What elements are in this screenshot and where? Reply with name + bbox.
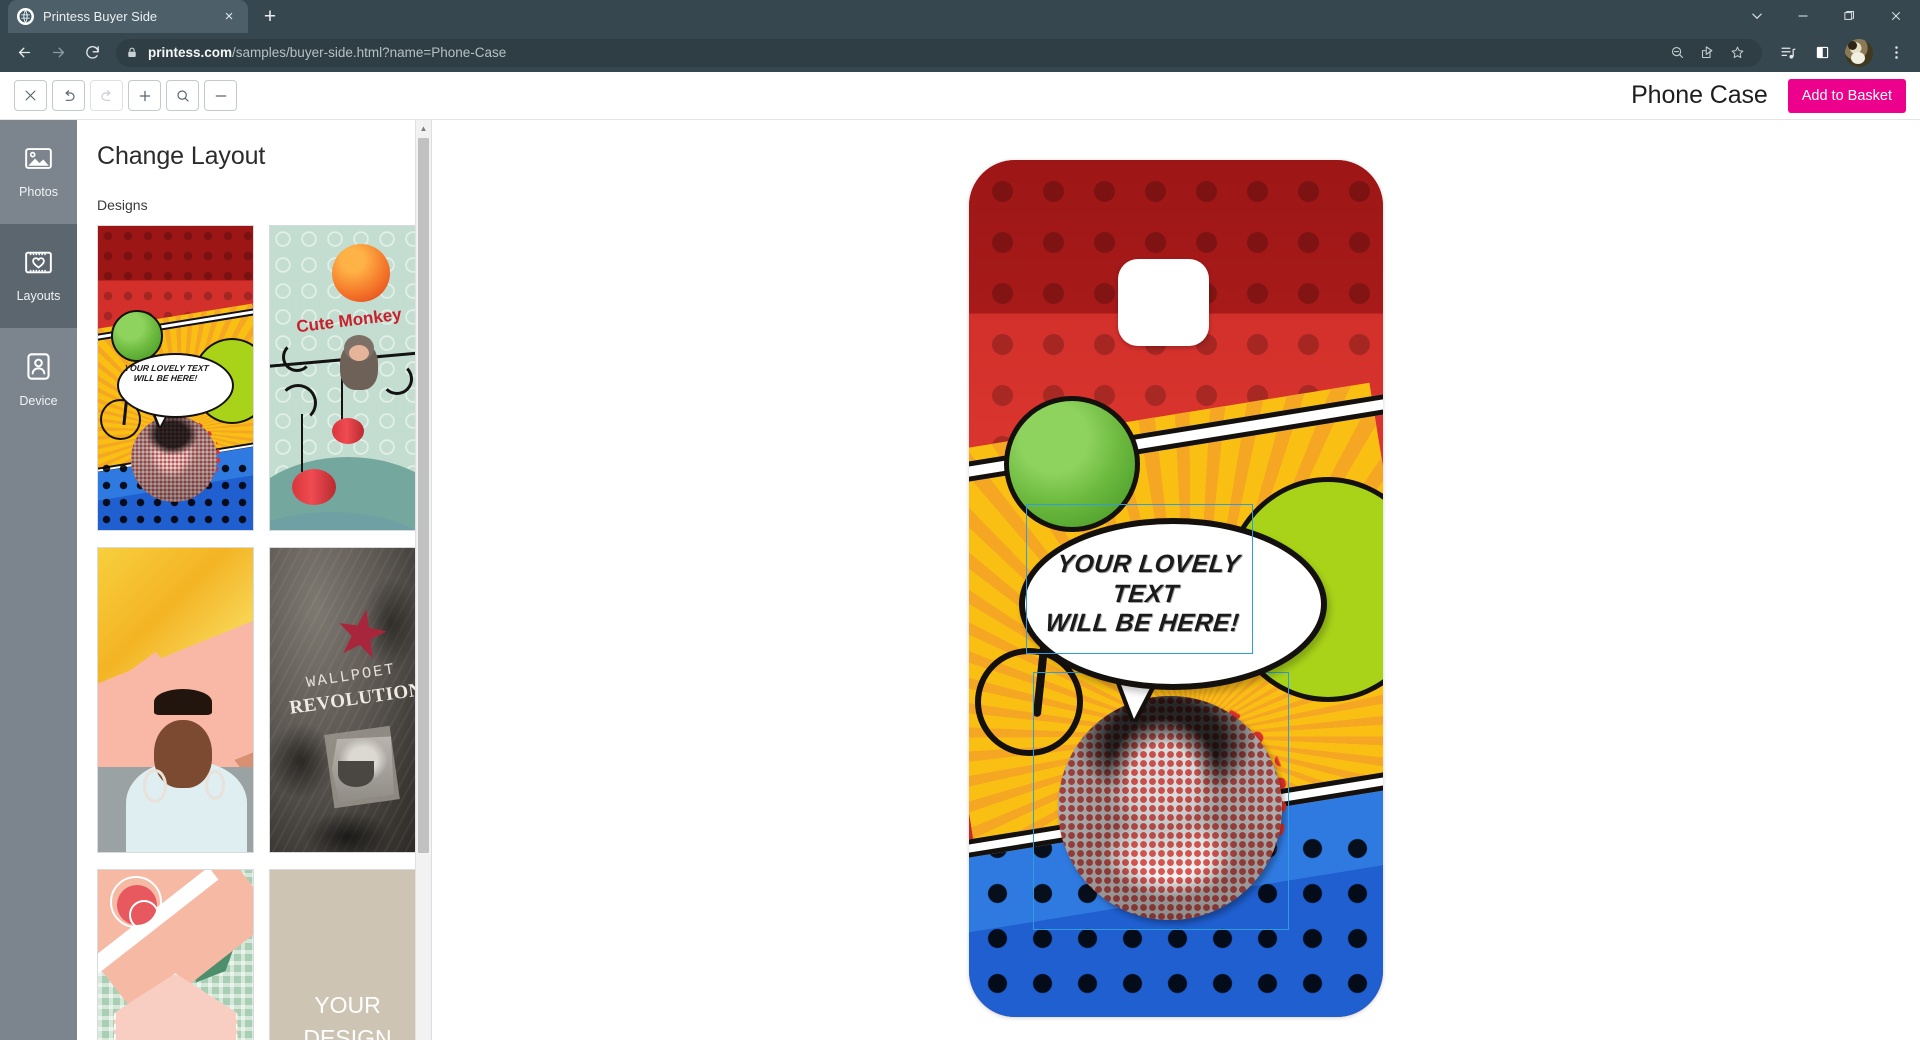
layouts-panel: Change Layout Designs YOUR LOVELY TEXT W… [77,120,432,1040]
back-icon[interactable] [8,37,40,69]
zoom-in-button[interactable] [128,80,161,111]
tab-title: Printess Buyer Side [43,10,158,23]
add-to-basket-button[interactable]: Add to Basket [1787,78,1906,113]
camera-cutout [1118,259,1210,347]
phone-case-preview[interactable]: YOUR LOVELY TEXT WILL BE HERE! [969,160,1383,1017]
sidebar-item-label: Photos [19,184,58,199]
design-thumb-wallpoet[interactable]: WALLPOET REVOLUTION [269,547,426,853]
editor-tool-group [14,80,237,111]
undo-button[interactable] [52,80,85,111]
design-thumb-plain[interactable]: YOUR DESIGN [269,869,426,1040]
layouts-heart-icon [25,250,52,280]
new-tab-button[interactable]: + [254,1,286,33]
zoom-out-button[interactable] [204,80,237,111]
sidebar-item-label: Device [19,393,58,408]
close-editor-button[interactable] [14,80,47,111]
browser-menu-icon[interactable] [1880,37,1912,69]
thumb-text-line1: YOUR LOVELY TEXT [123,363,210,374]
gold-artwork [98,548,253,852]
window-close-icon[interactable] [1872,0,1920,32]
design-thumb-fancy[interactable]: Your Fancy Text [97,869,254,1040]
tab-search-icon[interactable] [1734,0,1780,32]
collections-icon[interactable] [1772,37,1804,69]
browser-tab[interactable]: Printess Buyer Side × [8,0,248,33]
address-bar[interactable]: printess.com/samples/buyer-side.html?nam… [116,38,1762,67]
fancy-artwork: Your Fancy Text [98,870,253,1040]
panel-title: Change Layout [97,142,266,170]
browser-toolbar-right [1772,37,1912,69]
globe-icon [17,8,34,25]
thumb-text-line2: DESIGN [303,1025,392,1040]
forward-icon[interactable] [42,37,74,69]
thumb-text-line2: WILL BE HERE! [133,373,198,384]
sidebar-item-layouts[interactable]: Layouts [0,224,77,328]
bookmark-star-icon[interactable] [1722,39,1752,67]
design-thumb-popart[interactable]: YOUR LOVELY TEXT WILL BE HERE! [97,225,254,531]
popart-artwork: YOUR LOVELY TEXT WILL BE HERE! [98,226,253,530]
editor-toolbar-right: Phone Case Add to Basket [1631,78,1906,113]
sidebar-item-photos[interactable]: Photos [0,120,77,224]
url-path: /samples/buyer-side.html?name=Phone-Case [232,45,507,60]
url-domain: printess.com [148,45,233,60]
maximize-icon[interactable] [1826,0,1872,32]
monkey-artwork: Cute Monkey [270,226,425,530]
design-thumb-monkey[interactable]: Cute Monkey [269,225,426,531]
navigation-bar: printess.com/samples/buyer-side.html?nam… [0,33,1920,72]
design-canvas[interactable]: YOUR LOVELY TEXT WILL BE HERE! [432,120,1920,1040]
plain-artwork: YOUR DESIGN [270,870,425,1040]
minimize-icon[interactable] [1780,0,1826,32]
window-controls [1734,0,1920,32]
url-text: printess.com/samples/buyer-side.html?nam… [148,45,506,60]
share-icon[interactable] [1692,39,1722,67]
tab-strip: Printess Buyer Side × + [0,0,1920,33]
designs-section-label: Designs [97,197,148,213]
browser-chrome: Printess Buyer Side × + printess.com/sam… [0,0,1920,72]
profile-avatar[interactable] [1845,38,1873,67]
sidebar-item-label: Layouts [16,288,61,303]
designs-grid: YOUR LOVELY TEXT WILL BE HERE! Cute Monk… [97,225,426,1040]
split-screen-icon[interactable] [1806,37,1838,69]
panel-content: Change Layout Designs YOUR LOVELY TEXT W… [77,120,431,1040]
editor-toolbar: Phone Case Add to Basket [0,72,1920,120]
reload-icon[interactable] [76,37,108,69]
main-area: Photos Layouts Device Change Layout Desi… [0,120,1920,1040]
close-icon[interactable]: × [219,7,239,27]
page-title: Phone Case [1631,81,1768,109]
device-person-icon [27,352,50,385]
wallpoet-artwork: WALLPOET REVOLUTION [270,548,425,852]
panel-scrollbar[interactable]: ▲ ▼ [415,120,431,1040]
scroll-up-icon[interactable]: ▲ [416,120,431,136]
thumb-text-line1: YOUR [314,991,381,1018]
redo-button[interactable] [90,80,123,111]
zoom-out-icon[interactable] [1662,39,1692,67]
lock-icon [126,46,138,59]
left-rail: Photos Layouts Device [0,120,77,1040]
omnibox-actions [1662,39,1752,67]
photo-icon [25,146,52,176]
text-selection-box[interactable] [1026,503,1254,654]
design-thumb-gold[interactable] [97,547,254,853]
scrollbar-thumb[interactable] [418,138,429,853]
search-icon[interactable] [166,80,199,111]
sidebar-item-device[interactable]: Device [0,328,77,432]
